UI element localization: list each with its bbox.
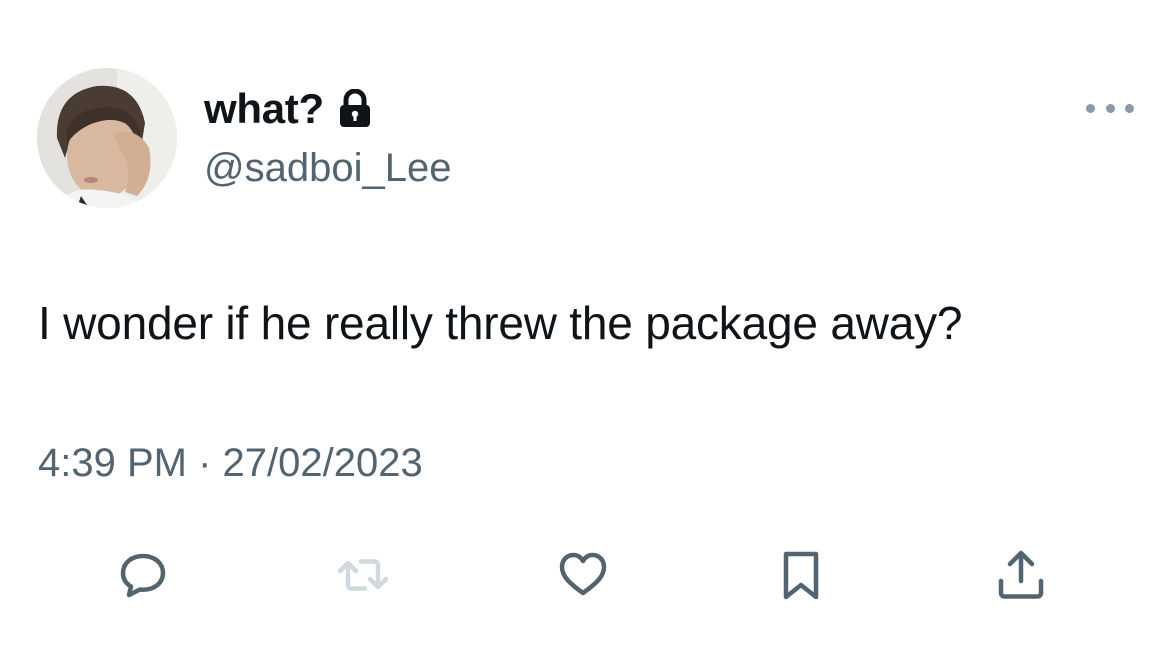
more-options-button[interactable] — [1086, 98, 1134, 118]
share-icon — [998, 550, 1044, 599]
tweet-card: what? @sadboi_Lee I wonder if he really … — [0, 0, 1170, 658]
like-button[interactable] — [548, 540, 618, 610]
user-handle[interactable]: @sadboi_Lee — [204, 146, 451, 191]
bookmark-button[interactable] — [766, 540, 836, 610]
display-name[interactable]: what? — [204, 85, 324, 133]
dot-icon — [1086, 103, 1095, 113]
avatar-image — [37, 68, 177, 208]
bookmark-icon — [783, 551, 819, 600]
lock-icon — [338, 88, 372, 129]
heart-icon — [559, 552, 607, 596]
share-button[interactable] — [986, 540, 1056, 610]
tweet-text: I wonder if he really threw the package … — [38, 297, 963, 349]
reply-button[interactable] — [108, 540, 178, 610]
tweet-timestamp[interactable]: 4:39 PM · 27/02/2023 — [38, 441, 423, 486]
action-bar — [0, 540, 1170, 610]
avatar[interactable] — [37, 68, 177, 208]
retweet-icon — [337, 559, 389, 591]
display-name-row: what? — [204, 84, 372, 134]
retweet-button[interactable] — [328, 540, 398, 610]
dot-icon — [1125, 103, 1134, 113]
dot-icon — [1105, 103, 1115, 113]
speech-bubble-icon — [120, 553, 166, 598]
